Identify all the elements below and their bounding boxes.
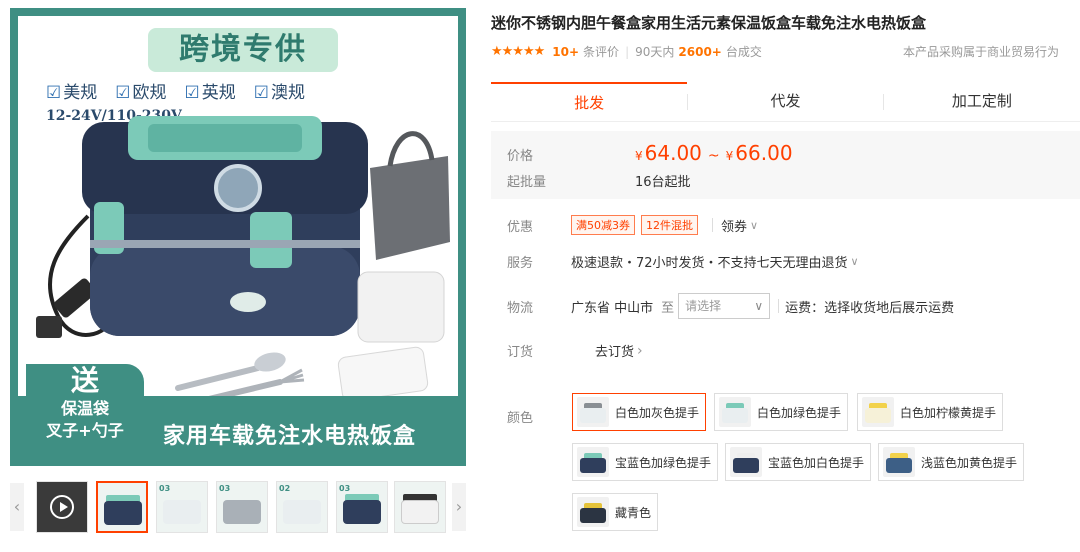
service-text[interactable]: 极速退款・72小时发货・不支持七天无理由退货	[571, 252, 848, 271]
box-base	[90, 246, 360, 336]
color-option-label: 白色加绿色提手	[757, 405, 842, 420]
color-option-label: 白色加柠檬黄提手	[900, 405, 997, 420]
color-option-label: 宝蓝色加白色提手	[768, 455, 865, 470]
color-option-label: 宝蓝色加绿色提手	[615, 455, 712, 470]
chevron-down-icon: ∨	[750, 218, 759, 232]
color-swatch-icon	[577, 497, 609, 527]
color-option[interactable]: 宝蓝色加白色提手	[725, 443, 872, 481]
promo-label: 优惠	[507, 219, 534, 235]
coupon-badge[interactable]: 满50减3券	[571, 215, 635, 235]
price-range: ¥64.00 ~ ¥66.00	[635, 141, 793, 165]
purchase-mode-tabs: 批发 代发 加工定制	[491, 82, 1080, 122]
color-swatch-icon	[862, 397, 894, 427]
wall-plug-icon	[36, 316, 62, 338]
power-switch-icon	[230, 292, 266, 312]
divider	[778, 299, 780, 313]
destination-select[interactable]: 请选择	[678, 293, 771, 319]
chevron-right-icon[interactable]: ›	[637, 343, 643, 359]
color-option-label: 浅蓝色加黄色提手	[921, 455, 1018, 470]
color-option[interactable]: 浅蓝色加黄色提手	[878, 443, 1025, 481]
purchase-note: 本产品采购属于商业贸易行为	[902, 45, 1059, 59]
tab-dropship[interactable]: 代发	[687, 82, 884, 121]
spoon-icon	[175, 365, 261, 391]
order-row: 订货 去订货 ›	[507, 341, 643, 361]
service-label: 服务	[507, 256, 534, 271]
review-count[interactable]: 10+	[552, 45, 579, 59]
price-range-separator: ~	[707, 148, 720, 164]
moq-label: 起批量	[507, 175, 547, 190]
lid-handle-inner	[148, 124, 302, 152]
sold-label: 台成交	[725, 45, 762, 59]
color-option[interactable]: 白色加柠檬黄提手	[857, 393, 1004, 431]
thumb-prev-arrow-icon[interactable]: ‹	[10, 483, 24, 531]
rating-row: ★★★★★ 10+ 条评价 | 90天内 2600+ 台成交 本产品采购属于商业…	[491, 43, 1071, 60]
logistics-row: 物流 广东省 中山市 至 请选择 运费：选择收货地后展示运费	[507, 293, 954, 319]
color-option-label: 藏青色	[615, 505, 652, 520]
to-label: 至	[661, 300, 675, 316]
divider	[712, 218, 713, 232]
currency-symbol: ¥	[725, 149, 734, 163]
product-title: 迷你不锈钢内胆午餐盒家用生活元素保温饭盒车载免注水电热饭盒	[491, 14, 927, 32]
color-swatch-icon	[577, 397, 609, 427]
logistics-label: 物流	[507, 300, 534, 316]
divider: |	[625, 44, 630, 59]
color-option[interactable]: 藏青色	[572, 493, 659, 531]
steel-rim	[90, 240, 360, 248]
price-label: 价格	[507, 149, 534, 164]
sold-count: 2600+	[678, 44, 722, 59]
period-label: 90天内	[635, 45, 675, 59]
star-rating-icon: ★★★★★	[491, 44, 545, 59]
color-swatch-icon	[577, 447, 609, 477]
shipping-fee-text: 运费：选择收货地后展示运费	[785, 300, 955, 316]
tab-wholesale[interactable]: 批发	[491, 82, 688, 121]
insulated-bag-icon	[370, 156, 450, 260]
currency-symbol: ¥	[635, 149, 643, 163]
review-label: 条评价	[583, 45, 620, 59]
play-icon	[50, 495, 74, 519]
promo-row: 优惠 满50减3券 12件混批 领券 ∨	[507, 215, 758, 235]
color-option[interactable]: 宝蓝色加绿色提手	[572, 443, 719, 481]
price-high: 66.00	[735, 141, 793, 165]
chevron-down-icon[interactable]: ∨	[851, 255, 859, 268]
color-option[interactable]: 白色加灰色提手	[572, 393, 707, 431]
origin-location: 广东省 中山市	[571, 300, 654, 316]
service-row: 服务 极速退款・72小时发货・不支持七天无理由退货 ∨	[507, 252, 859, 271]
color-options	[80, 393, 580, 543]
color-swatch-icon	[883, 447, 915, 477]
price-low: 64.00	[644, 141, 702, 165]
mixed-batch-badge[interactable]: 12件混批	[641, 215, 698, 235]
color-option[interactable]: 白色加绿色提手	[714, 393, 849, 431]
steam-valve-icon	[214, 164, 262, 212]
color-option-label: 白色加灰色提手	[615, 405, 700, 420]
plastic-container	[357, 271, 445, 343]
tab-customization[interactable]: 加工定制	[884, 82, 1080, 121]
product-image-canvas: 跨境专供 ☑美规 ☑欧规 ☑英规 ☑澳规 12-24V/110-230V	[18, 16, 458, 458]
get-coupon-link[interactable]: 领券	[721, 216, 747, 235]
moq-value: 16台起批	[635, 175, 691, 190]
color-swatch-icon	[730, 447, 762, 477]
order-label: 订货	[507, 345, 534, 360]
color-swatch-icon	[719, 397, 751, 427]
price-box: 价格 ¥64.00 ~ ¥66.00 起批量 16台起批	[491, 131, 1080, 199]
go-order-link[interactable]: 去订货	[595, 341, 634, 360]
